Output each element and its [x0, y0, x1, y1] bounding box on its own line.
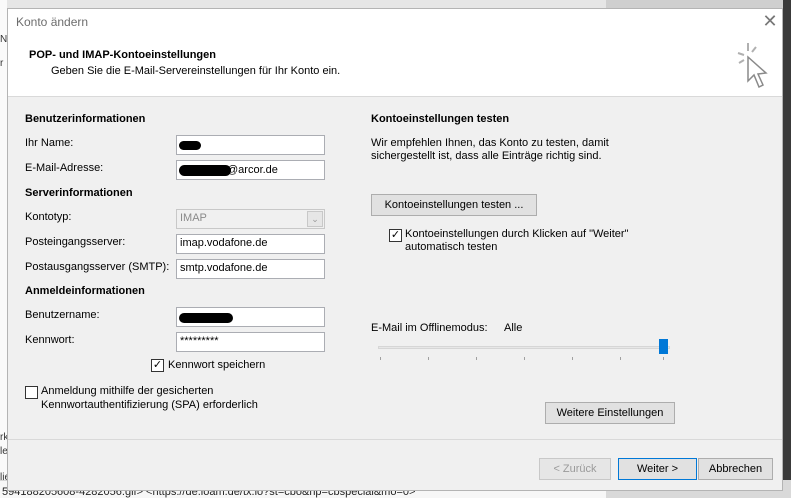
save-password-label: Kennwort speichern — [168, 359, 266, 371]
chevron-down-icon: ⌄ — [307, 211, 323, 227]
auto-test-label-line1: Kontoeinstellungen durch Klicken auf "We… — [405, 228, 629, 240]
back-button[interactable]: < Zurück — [539, 458, 611, 480]
password-input[interactable]: ********* — [176, 332, 325, 352]
outgoing-server-input[interactable]: smtp.vodafone.de — [176, 259, 325, 279]
password-label: Kennwort: — [25, 334, 75, 346]
close-icon[interactable]: ✕ — [760, 11, 780, 32]
dialog-title: Konto ändern — [16, 15, 89, 29]
username-input[interactable] — [176, 307, 325, 327]
header-subtitle: Geben Sie die E-Mail-Servereinstellungen… — [51, 65, 341, 77]
spa-label-line2: Kennwortauthentifizierung (SPA) erforder… — [41, 399, 258, 411]
background-label: r — [0, 58, 4, 69]
name-label: Ihr Name: — [25, 137, 74, 149]
email-input[interactable]: @arcor.de — [176, 160, 325, 180]
test-account-settings-button[interactable]: Kontoeinstellungen testen ... — [371, 194, 537, 216]
offline-mode-label: E-Mail im Offlinemodus: — [371, 322, 488, 334]
redaction-mark — [179, 313, 233, 323]
account-type-select: IMAP ⌄ — [176, 209, 325, 229]
email-label: E-Mail-Adresse: — [25, 162, 104, 174]
test-description-line2: sichergestellt ist, dass alle Einträge r… — [371, 150, 602, 162]
offline-mode-slider-thumb[interactable] — [659, 339, 668, 354]
slider-tick — [620, 357, 621, 360]
slider-tick — [663, 357, 664, 360]
redaction-mark — [179, 141, 201, 150]
footer-divider — [8, 439, 782, 440]
account-settings-dialog: Konto ändern ✕ POP- und IMAP-Kontoeinste… — [7, 8, 783, 491]
mouse-cursor-sparkle-icon — [737, 43, 768, 89]
slider-tick — [476, 357, 477, 360]
spa-label-line1: Anmeldung mithilfe der gesicherten — [41, 385, 214, 397]
save-password-checkbox[interactable]: ✓ — [151, 359, 164, 372]
auto-test-label-line2: automatisch testen — [405, 241, 498, 253]
dialog-titlebar: Konto ändern ✕ — [8, 9, 782, 37]
auto-test-checkbox[interactable]: ✓ — [389, 229, 402, 242]
name-input[interactable] — [176, 135, 325, 155]
redaction-mark — [179, 165, 231, 176]
test-description-line1: Wir empfehlen Ihnen, das Konto zu testen… — [371, 137, 609, 149]
slider-tick — [572, 357, 573, 360]
cancel-button[interactable]: Abbrechen — [698, 458, 773, 480]
user-info-heading: Benutzerinformationen — [25, 113, 146, 125]
background-tab-strip — [606, 0, 783, 8]
login-info-heading: Anmeldeinformationen — [25, 285, 145, 297]
header-title: POP- und IMAP-Kontoeinstellungen — [29, 49, 216, 61]
test-settings-heading: Kontoeinstellungen testen — [371, 113, 510, 125]
slider-tick — [380, 357, 381, 360]
username-label: Benutzername: — [25, 309, 100, 321]
slider-tick — [428, 357, 429, 360]
slider-tick — [524, 357, 525, 360]
more-settings-button[interactable]: Weitere Einstellungen — [545, 402, 675, 424]
background-left-panel — [0, 0, 7, 498]
offline-mode-slider-track[interactable] — [378, 346, 670, 349]
incoming-server-label: Posteingangsserver: — [25, 236, 126, 248]
next-button[interactable]: Weiter > — [618, 458, 697, 480]
account-type-label: Kontotyp: — [25, 211, 72, 223]
dialog-header: POP- und IMAP-Kontoeinstellungen Geben S… — [8, 37, 782, 97]
spa-checkbox[interactable] — [25, 386, 38, 399]
offline-mode-value: Alle — [504, 322, 523, 334]
email-domain: @arcor.de — [227, 164, 278, 176]
background-right-panel — [783, 0, 791, 498]
outgoing-server-label: Postausgangsserver (SMTP): — [25, 261, 170, 273]
incoming-server-input[interactable]: imap.vodafone.de — [176, 234, 325, 254]
server-info-heading: Serverinformationen — [25, 187, 133, 199]
